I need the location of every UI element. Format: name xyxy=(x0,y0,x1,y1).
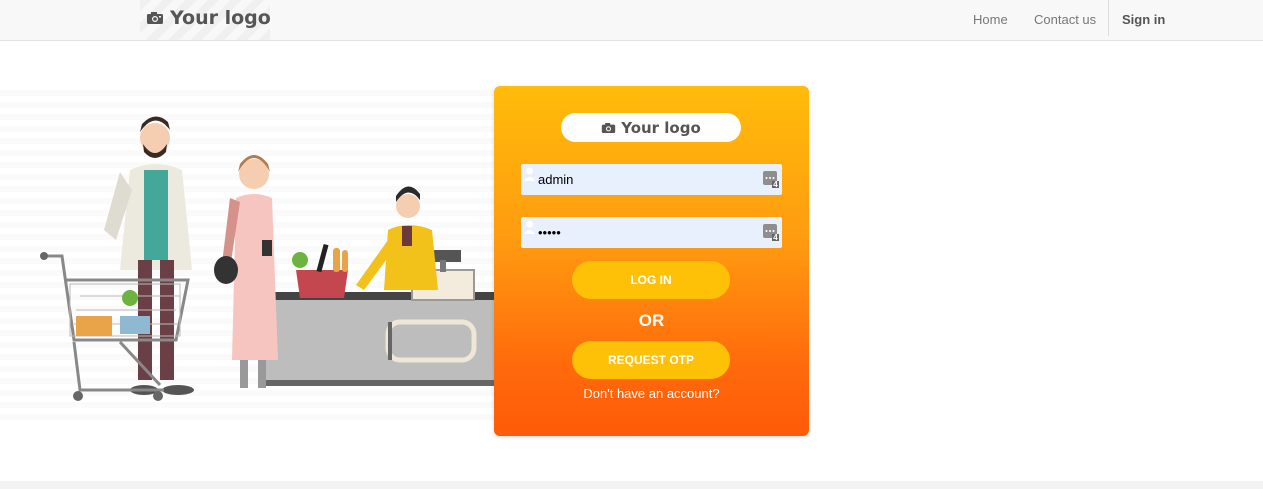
camera-icon xyxy=(147,12,163,24)
card-logo: Your logo xyxy=(561,113,741,142)
footer-strip xyxy=(0,481,1263,489)
password-field: 4 xyxy=(521,217,782,248)
or-separator: OR xyxy=(638,311,665,330)
brand-logo[interactable]: Your logo xyxy=(146,6,271,30)
nav-divider xyxy=(1108,0,1109,36)
login-card: Your logo 4 4 xyxy=(494,86,809,436)
username-input[interactable] xyxy=(521,164,782,195)
signup-link[interactable]: Don't have an account? xyxy=(494,386,809,401)
nav-home-link[interactable]: Home xyxy=(973,0,1008,40)
card-logo-text: Your logo xyxy=(621,118,701,137)
password-manager-key-icon[interactable]: 4 xyxy=(763,224,779,242)
camera-icon xyxy=(602,122,616,133)
top-navbar: Your logo Home Contact us Sign in xyxy=(0,0,1263,41)
key-badge: 4 xyxy=(773,180,778,189)
nav-signin-link[interactable]: Sign in xyxy=(1122,0,1165,40)
login-button[interactable]: LOG IN xyxy=(572,261,730,299)
checkout-scene-image xyxy=(40,116,500,401)
key-badge: 4 xyxy=(773,233,778,242)
username-field: 4 xyxy=(521,164,782,195)
password-manager-key-icon[interactable]: 4 xyxy=(763,171,779,189)
shopping-illustration xyxy=(0,80,500,420)
password-input[interactable] xyxy=(521,217,782,248)
nav-contact-link[interactable]: Contact us xyxy=(1034,0,1096,40)
brand-logo-text: Your logo xyxy=(170,7,271,29)
request-otp-button[interactable]: REQUEST OTP xyxy=(572,341,730,379)
